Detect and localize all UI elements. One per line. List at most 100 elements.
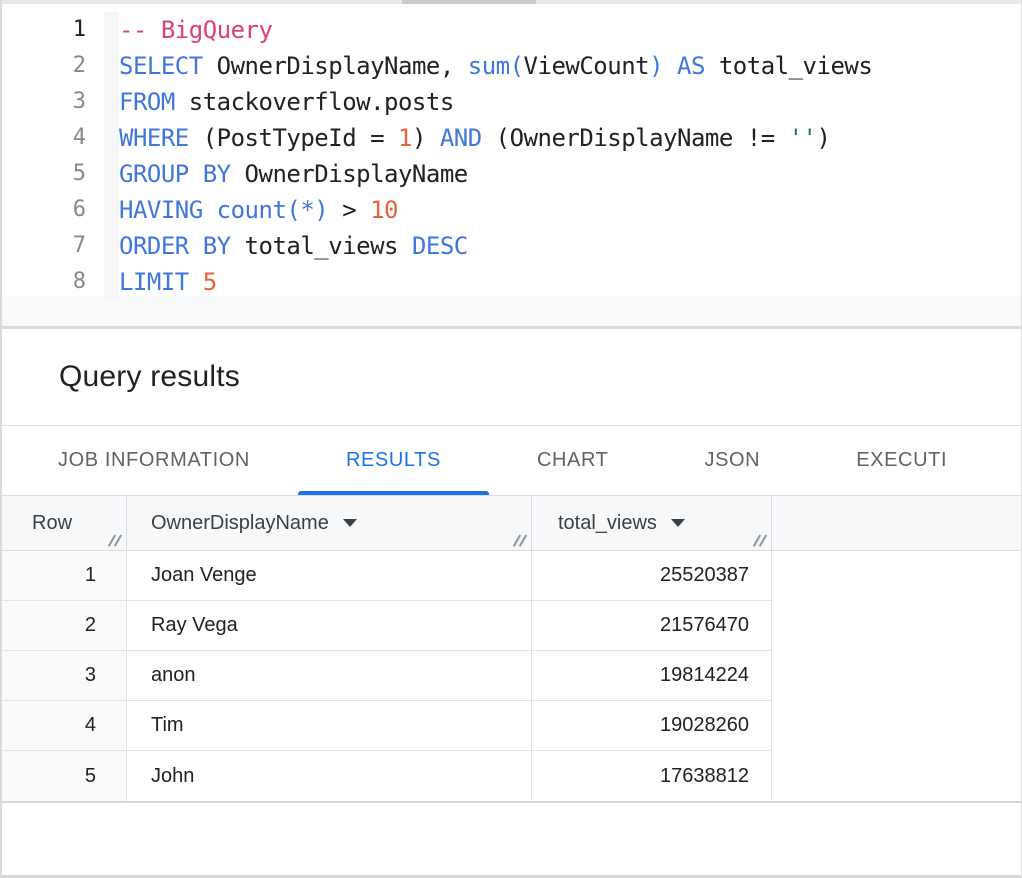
code-token: AND [440, 124, 482, 152]
code-token: sum( [468, 52, 524, 80]
tab-json[interactable]: JSON [656, 426, 808, 495]
tab-results[interactable]: RESULTS [298, 426, 489, 495]
tab-label: JSON [704, 449, 760, 472]
code-token [663, 52, 677, 80]
code-token: > [328, 196, 370, 224]
line-number: 4 [2, 120, 86, 156]
cell-row-number: 2 [2, 601, 127, 650]
table-body: 1Joan Venge255203872Ray Vega215764703ano… [2, 551, 1021, 801]
code-token: '' [789, 124, 817, 152]
column-resize-handle[interactable] [108, 534, 121, 547]
table-header-row: Row OwnerDisplayName total_views [2, 496, 1021, 551]
line-number: 8 [2, 264, 86, 300]
code-line[interactable]: -- BigQuery [119, 12, 1021, 48]
line-number: 1 [2, 12, 86, 48]
column-header-ownerdisplayname[interactable]: OwnerDisplayName [127, 496, 532, 550]
table-row: 3anon19814224 [2, 651, 772, 701]
sort-dropdown-icon[interactable] [343, 519, 357, 527]
code-token: WHERE [119, 124, 189, 152]
column-header-total-views[interactable]: total_views [532, 496, 772, 550]
code-token: stackoverflow.posts [175, 88, 454, 116]
cell-total-views: 17638812 [532, 751, 772, 801]
bigquery-results-page: 12345678 -- BigQuerySELECT OwnerDisplayN… [0, 0, 1022, 878]
editor-lines[interactable]: -- BigQuery SELECT OwnerDisplayName, sum(… [119, 12, 1021, 296]
code-token: (OwnerDisplayName != [482, 124, 789, 152]
cell-total-views: 25520387 [532, 551, 772, 600]
tab-label: CHART [537, 449, 609, 472]
code-line[interactable]: GROUP BY OwnerDisplayName [119, 156, 1021, 192]
code-token: total_views [705, 52, 872, 80]
code-token: HAVING [119, 196, 203, 224]
tab-label: EXECUTI [856, 449, 947, 472]
cell-total-views: 19814224 [532, 651, 772, 700]
column-resize-handle[interactable] [753, 534, 766, 547]
line-number: 2 [2, 48, 86, 84]
code-token [189, 268, 203, 296]
code-token: ) [817, 124, 831, 152]
column-header-row: Row [2, 496, 127, 550]
code-token: FROM [119, 88, 175, 116]
code-line[interactable]: LIMIT 5 [119, 264, 1021, 300]
code-token: count(*) [217, 196, 329, 224]
cell-owner-display-name: Tim [127, 701, 532, 750]
code-line[interactable]: FROM stackoverflow.posts [119, 84, 1021, 120]
table-row: 2Ray Vega21576470 [2, 601, 772, 651]
cell-row-number: 3 [2, 651, 127, 700]
cell-total-views: 19028260 [532, 701, 772, 750]
code-token: ) [412, 124, 440, 152]
sort-dropdown-icon[interactable] [671, 519, 685, 527]
column-header-label: OwnerDisplayName [151, 512, 329, 535]
code-token: (PostTypeId = [189, 124, 398, 152]
code-line[interactable]: ORDER BY total_views DESC [119, 228, 1021, 264]
code-line[interactable]: WHERE (PostTypeId = 1) AND (OwnerDisplay… [119, 120, 1021, 156]
tab-executi[interactable]: EXECUTI [808, 426, 995, 495]
query-results-header: Query results [2, 329, 1021, 425]
tab-chart[interactable]: CHART [489, 426, 657, 495]
line-number: 6 [2, 192, 86, 228]
code-token: total_views [231, 232, 412, 260]
cell-owner-display-name: anon [127, 651, 532, 700]
cell-row-number: 5 [2, 751, 127, 801]
page-title: Query results [59, 360, 240, 394]
cell-owner-display-name: Joan Venge [127, 551, 532, 600]
cell-row-number: 1 [2, 551, 127, 600]
sql-editor[interactable]: 12345678 -- BigQuery SELECT OwnerDisplayN… [2, 4, 1021, 296]
line-number: 5 [2, 156, 86, 192]
tab-label: JOB INFORMATION [58, 449, 250, 472]
table-row: 1Joan Venge25520387 [2, 551, 772, 601]
line-number: 3 [2, 84, 86, 120]
column-header-label: Row [32, 512, 72, 535]
editor-bottom-padding [2, 296, 1021, 326]
code-line[interactable]: HAVING count(*) > 10 [119, 192, 1021, 228]
table-row: 4Tim19028260 [2, 701, 772, 751]
tab-job-information[interactable]: JOB INFORMATION [10, 426, 298, 495]
code-token: ViewCount [524, 52, 650, 80]
results-tabbar: JOB INFORMATION RESULTS CHART JSON EXECUTI [2, 426, 1021, 495]
editor-gutter: 12345678 [2, 12, 104, 296]
empty-footer-area [2, 803, 1021, 873]
code-token: -- BigQuery [119, 16, 272, 44]
cell-owner-display-name: Ray Vega [127, 601, 532, 650]
code-token: 10 [370, 196, 398, 224]
cell-total-views: 21576470 [532, 601, 772, 650]
line-number: 7 [2, 228, 86, 264]
column-header-filler [772, 496, 1021, 550]
code-token: 1 [398, 124, 412, 152]
cell-owner-display-name: John [127, 751, 532, 801]
column-header-label: total_views [558, 512, 657, 535]
table-row: 5John17638812 [2, 751, 772, 801]
code-token: AS [677, 52, 705, 80]
code-token: ) [649, 52, 663, 80]
code-token: OwnerDisplayName [231, 160, 468, 188]
code-token: LIMIT [119, 268, 189, 296]
cell-row-number: 4 [2, 701, 127, 750]
code-token: ORDER BY [119, 232, 231, 260]
tab-label: RESULTS [346, 449, 441, 472]
column-resize-handle[interactable] [513, 534, 526, 547]
code-token: SELECT [119, 52, 203, 80]
active-tab-indicator [298, 491, 489, 495]
editor-decoration-strip [104, 12, 119, 300]
code-token: 5 [203, 268, 217, 296]
code-token: GROUP BY [119, 160, 231, 188]
code-line[interactable]: SELECT OwnerDisplayName, sum(ViewCount) … [119, 48, 1021, 84]
